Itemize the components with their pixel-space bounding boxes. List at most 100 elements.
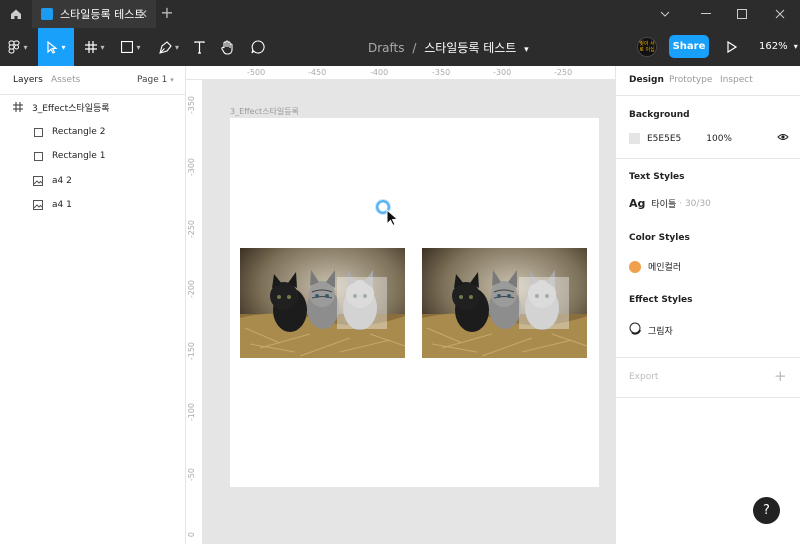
layer-item-frame[interactable]: 3_Effect스타일등록 [0, 95, 185, 119]
page-selector-label: Page 1 [137, 75, 168, 85]
ruler-tick: -300 [493, 68, 512, 77]
tab-inspect[interactable]: Inspect [720, 75, 753, 85]
color-style-item[interactable]: 메인컬러 [629, 260, 681, 273]
comment-tool-button[interactable] [249, 28, 267, 66]
ruler-tick: -300 [187, 158, 196, 177]
section-title: Background [629, 110, 690, 120]
home-icon[interactable] [0, 0, 32, 28]
section-title: Effect Styles [629, 295, 693, 305]
window-titlebar: 스타일등록 테스트 ✕ + [0, 0, 800, 28]
chevron-down-icon: ▾ [100, 42, 105, 52]
shape-tool-button[interactable]: ▾ [116, 28, 146, 66]
minimize-button[interactable] [688, 0, 724, 28]
play-icon [727, 40, 738, 54]
mouse-cursor-icon [375, 199, 399, 227]
ruler-tick: -250 [187, 220, 196, 239]
effect-style-item[interactable]: 그림자 [629, 322, 673, 338]
add-export-button[interactable]: + [774, 367, 787, 385]
background-hex[interactable]: E5E5E5 [647, 134, 681, 144]
maximize-button[interactable] [724, 0, 760, 28]
new-tab-button[interactable]: + [160, 3, 174, 23]
ruler-tick: -150 [187, 342, 196, 361]
layer-label: a4 2 [52, 176, 72, 186]
breadcrumb[interactable]: Drafts / 스타일등록 테스트 ▾ [368, 39, 529, 56]
drop-shadow-icon [629, 322, 642, 338]
chevron-down-icon: ▾ [136, 42, 141, 52]
hand-tool-button[interactable] [219, 28, 237, 66]
chevron-down-icon: ▾ [793, 42, 798, 51]
ruler-tick: -350 [432, 68, 451, 77]
ruler-tick: -50 [187, 468, 196, 482]
chevron-down-icon: ▾ [23, 42, 28, 52]
horizontal-ruler: -500 -450 -400 -350 -300 -250 [186, 66, 615, 80]
tab-prototype[interactable]: Prototype [669, 75, 712, 85]
share-button[interactable]: Share [669, 35, 709, 58]
layer-label: a4 1 [52, 200, 72, 210]
ruler-tick: -450 [308, 68, 327, 77]
frame[interactable] [230, 118, 599, 487]
frame-icon [13, 102, 23, 112]
avatar[interactable]: 빛이 서로 이십 [637, 37, 657, 57]
tab-layers[interactable]: Layers [13, 75, 43, 85]
color-style-swatch [629, 260, 641, 273]
background-row[interactable]: E5E5E5 100% [629, 133, 789, 144]
chevron-down-icon: ▾ [61, 42, 66, 52]
tab-design[interactable]: Design [629, 75, 664, 85]
tab-assets[interactable]: Assets [51, 75, 80, 85]
ruler-tick: -100 [187, 403, 196, 422]
ruler-tick: -350 [187, 96, 196, 115]
text-style-icon: Ag [629, 197, 646, 210]
layer-item-rectangle-2[interactable]: Rectangle 2 [0, 120, 185, 144]
rectangle-icon [121, 41, 134, 53]
rectangle-overlay[interactable] [519, 277, 569, 329]
image-a4-1[interactable] [240, 248, 405, 358]
background-swatch[interactable] [629, 133, 640, 144]
text-tool-button[interactable] [190, 28, 208, 66]
file-tab[interactable]: 스타일등록 테스트 ✕ [32, 0, 156, 28]
image-a4-2[interactable] [422, 248, 587, 358]
section-title: Color Styles [629, 233, 690, 243]
section-title: Export [629, 372, 659, 382]
text-styles-section: Text Styles Ag 타이틀 · 30/30 [616, 158, 800, 220]
close-tab-icon[interactable]: ✕ [138, 7, 148, 21]
export-section: Export + [616, 357, 800, 397]
design-panel: Design Prototype Inspect Background E5E5… [615, 66, 800, 544]
effect-styles-section: Effect Styles 그림자 [616, 282, 800, 357]
ruler-tick: -250 [554, 68, 573, 77]
text-style-name: 타이틀 [651, 200, 677, 210]
main-menu-button[interactable]: ▾ [0, 28, 36, 66]
layer-item-rectangle-1[interactable]: Rectangle 1 [0, 144, 185, 168]
layer-item-a4-2[interactable]: a4 2 [0, 169, 185, 193]
eye-icon[interactable] [777, 133, 789, 144]
page-selector[interactable]: Page 1 ▾ [137, 75, 174, 85]
chevron-down-icon[interactable]: ▾ [524, 45, 529, 55]
breadcrumb-drafts[interactable]: Drafts [368, 41, 405, 55]
layer-label: Rectangle 1 [52, 151, 106, 161]
frame-tool-button[interactable]: ▾ [80, 28, 110, 66]
rectangle-icon [33, 151, 43, 161]
canvas[interactable]: 3_Effect스타일등록 [203, 80, 615, 544]
layer-label: Rectangle 2 [52, 127, 106, 137]
frame-label[interactable]: 3_Effect스타일등록 [230, 106, 299, 117]
background-opacity[interactable]: 100% [706, 134, 732, 144]
left-panel-tabs: Layers Assets Page 1 ▾ [0, 66, 186, 95]
help-button[interactable]: ? [753, 497, 780, 524]
pen-tool-button[interactable]: ▾ [154, 28, 184, 66]
ruler-tick: -500 [247, 68, 266, 77]
layers-panel: Layers Assets Page 1 ▾ 3_Effect스타일등록 Rec… [0, 66, 186, 544]
text-style-item[interactable]: Ag 타이틀 · 30/30 [629, 197, 711, 210]
close-window-button[interactable] [762, 0, 798, 28]
chevron-down-icon: ▾ [170, 76, 174, 84]
layer-item-a4-1[interactable]: a4 1 [0, 193, 185, 217]
zoom-dropdown[interactable]: 162% ▾ [759, 41, 798, 52]
color-styles-section: Color Styles 메인컬러 [616, 220, 800, 282]
layer-label: 3_Effect스타일등록 [32, 103, 110, 114]
ruler-tick: 0 [187, 532, 196, 538]
move-tool-button[interactable]: ▾ [38, 28, 74, 66]
divider [616, 397, 800, 398]
file-name[interactable]: 스타일등록 테스트 [424, 41, 516, 55]
rectangle-overlay[interactable] [337, 277, 387, 329]
present-button[interactable] [724, 38, 740, 56]
file-tab-title: 스타일등록 테스트 [60, 8, 145, 21]
chevron-down-icon[interactable] [647, 0, 683, 28]
